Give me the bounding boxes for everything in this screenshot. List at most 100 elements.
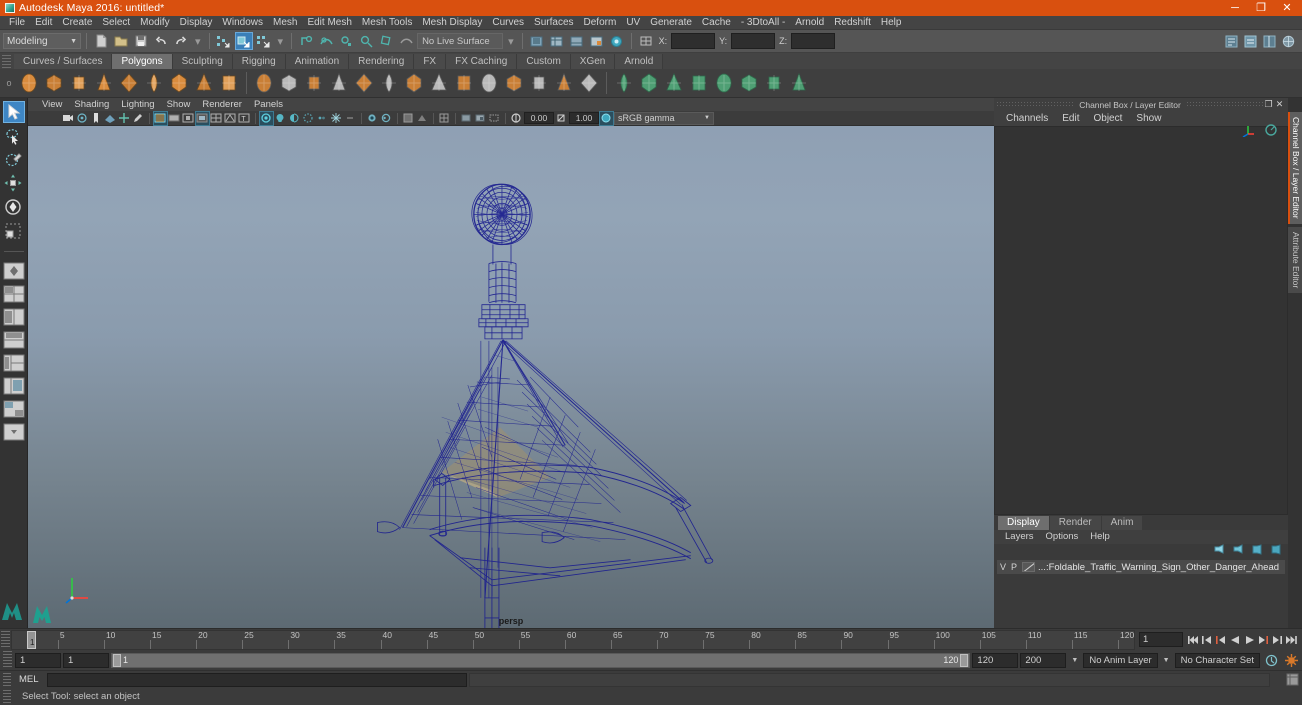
bridge-icon[interactable] (452, 71, 476, 95)
xray-joints-icon[interactable]: T (238, 112, 251, 125)
separate-icon[interactable] (277, 71, 301, 95)
move-layer-down-icon[interactable] (1232, 544, 1244, 558)
transform-fields-toggle-icon[interactable] (637, 32, 655, 50)
new-scene-icon[interactable] (92, 32, 110, 50)
shelf-tab-polygons[interactable]: Polygons (112, 54, 173, 69)
z-input[interactable] (791, 33, 836, 49)
animation-preferences-icon[interactable] (1282, 651, 1300, 669)
step-forward-key-icon[interactable] (1257, 632, 1270, 647)
reduce-icon[interactable] (352, 71, 376, 95)
image-plane-icon[interactable] (104, 112, 117, 125)
speed-toggle-icon[interactable] (1264, 123, 1278, 140)
lights-default-icon[interactable] (259, 110, 274, 126)
outliner-persp-layout[interactable] (2, 375, 26, 396)
step-back-frame-icon[interactable] (1201, 632, 1214, 647)
single-perspective-layout[interactable] (2, 260, 26, 281)
shelf-tab-sculpting[interactable]: Sculpting (172, 54, 233, 69)
show-attribute-editor-icon[interactable] (1222, 32, 1240, 50)
polygon-cube-icon[interactable] (42, 71, 66, 95)
depth-of-field-icon[interactable] (366, 112, 379, 125)
quadrangulate-icon[interactable] (377, 71, 401, 95)
two-pane-side-layout[interactable] (2, 306, 26, 327)
range-start-input[interactable]: 1 (63, 652, 109, 668)
construction-history-icon[interactable] (568, 32, 586, 50)
show-manipulator-icon[interactable] (528, 32, 546, 50)
wireframe-on-shaded-icon[interactable] (210, 112, 223, 125)
anti-alias-icon[interactable] (330, 112, 343, 125)
viewport-menu-shading[interactable]: Shading (68, 98, 115, 111)
channel-box-menu-show[interactable]: Show (1129, 111, 1168, 126)
minimize-button[interactable]: ─ (1222, 0, 1248, 16)
select-by-hierarchy-icon[interactable] (215, 32, 233, 50)
menu-windows[interactable]: Windows (217, 16, 268, 30)
new-layer-from-selected-icon[interactable] (1270, 544, 1282, 558)
mirror-geometry-icon[interactable] (302, 71, 326, 95)
shelf-options-icon[interactable]: o (2, 78, 16, 88)
viewport-menu-renderer[interactable]: Renderer (196, 98, 248, 111)
y-input[interactable] (731, 33, 776, 49)
shelf-tab-curves-surfaces[interactable]: Curves / Surfaces (14, 54, 113, 69)
step-back-key-icon[interactable] (1215, 632, 1228, 647)
menu-surfaces[interactable]: Surfaces (529, 16, 578, 30)
command-line-grip[interactable] (3, 672, 11, 687)
menu-file[interactable]: File (4, 16, 30, 30)
snap-to-view-plane-icon[interactable] (377, 32, 395, 50)
select-tool[interactable] (2, 101, 25, 123)
render-settings-icon[interactable] (588, 32, 606, 50)
play-backwards-icon[interactable] (1229, 632, 1242, 647)
layer-playback-column[interactable]: P (1011, 562, 1019, 572)
append-polygon-icon[interactable] (477, 71, 501, 95)
bookmark-icon[interactable] (90, 112, 103, 125)
render-view-icon[interactable] (608, 32, 626, 50)
range-slider-grip[interactable] (3, 651, 12, 669)
menu-mesh[interactable]: Mesh (268, 16, 302, 30)
snap-to-projected-center-icon[interactable] (357, 32, 375, 50)
tab-attribute-editor[interactable]: Attribute Editor (1288, 226, 1302, 293)
layer-color-swatch[interactable] (1022, 562, 1036, 572)
redo-icon[interactable] (172, 32, 190, 50)
polygon-torus-icon[interactable] (142, 71, 166, 95)
move-tool[interactable] (3, 173, 25, 195)
gamma-input[interactable]: 1.00 (569, 112, 599, 124)
shadows-icon[interactable] (288, 112, 301, 125)
shelf-tab-rendering[interactable]: Rendering (349, 54, 415, 69)
paint-select-tool[interactable] (3, 149, 25, 171)
pivot-snap-icon[interactable] (438, 112, 451, 125)
extrude-icon[interactable] (402, 71, 426, 95)
isolate-select-icon[interactable] (380, 112, 393, 125)
gate-mask-icon[interactable] (182, 112, 195, 125)
color-management-toggle-icon[interactable] (599, 110, 614, 126)
layer-list[interactable]: V P ...:Foldable_Traffic_Warning_Sign_Ot… (994, 558, 1288, 628)
close-panel-button[interactable]: ✕ (1274, 99, 1285, 110)
more-layouts-icon[interactable] (2, 421, 26, 442)
channel-box-content[interactable] (994, 126, 1288, 515)
uv-automatic-icon[interactable] (712, 71, 736, 95)
two-d-pan-zoom-icon[interactable] (118, 112, 131, 125)
shelf-tab-arnold[interactable]: Arnold (615, 54, 664, 69)
drag-handle-left[interactable] (997, 102, 1074, 107)
select-by-component-icon[interactable] (255, 32, 273, 50)
ambient-occlusion-icon[interactable] (302, 112, 315, 125)
exposure-icon[interactable] (510, 112, 523, 125)
viewport-menu-panels[interactable]: Panels (248, 98, 289, 111)
insert-edge-loop-icon[interactable] (502, 71, 526, 95)
open-scene-icon[interactable] (112, 32, 130, 50)
gamma-icon[interactable] (555, 112, 568, 125)
three-pane-layout[interactable] (2, 352, 26, 373)
uv-unfold-icon[interactable] (737, 71, 761, 95)
layer-menu-options[interactable]: Options (1040, 530, 1085, 544)
menu-generate[interactable]: Generate (645, 16, 697, 30)
layer-visibility-playback-columns[interactable]: V (1000, 562, 1008, 572)
menu-cache[interactable]: Cache (697, 16, 736, 30)
time-slider[interactable]: 1 5 10 15 20 25 30 35 40 45 50 55 60 65 70 75 80 85 90 95 1… (11, 629, 1135, 650)
auto-keyframe-icon[interactable] (1262, 651, 1280, 669)
polygon-cylinder-icon[interactable] (67, 71, 91, 95)
shelf-tab-custom[interactable]: Custom (517, 54, 571, 69)
manipulator-axes-icon[interactable] (1240, 123, 1256, 140)
perspective-viewport[interactable]: persp (28, 126, 994, 628)
layer-tab-display[interactable]: Display (998, 516, 1049, 530)
bevel-icon[interactable] (427, 71, 451, 95)
uv-planar-icon[interactable] (637, 71, 661, 95)
help-sphere-icon[interactable] (1279, 32, 1297, 50)
menu-select[interactable]: Select (97, 16, 135, 30)
